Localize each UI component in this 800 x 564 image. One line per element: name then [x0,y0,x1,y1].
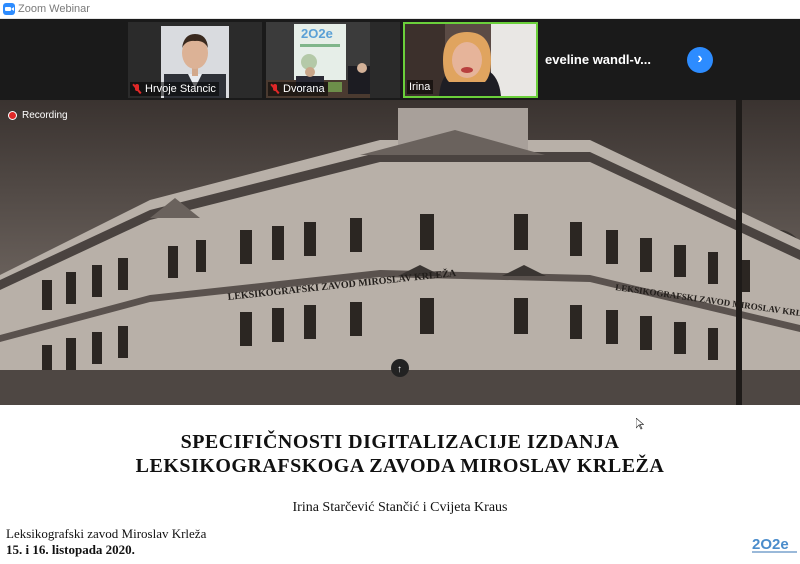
participant-tile-eveline[interactable]: eveline wandl-v... [541,22,675,98]
participant-name: Dvorana [283,83,325,95]
participant-tile-irina[interactable]: Irina [403,22,538,98]
slide-title-line2: LEKSIKOGRAFSKOGA ZAVODA MIROSLAV KRLEŽA [135,455,665,477]
participant-name: Irina [409,81,431,93]
participant-tile-hrvoje[interactable]: Hrvoje Stancic [128,22,262,98]
svg-text:↑: ↑ [397,364,402,375]
recording-label: Recording [22,110,68,121]
slide-title-line1: SPECIFIČNOSTI DIGITALIZACIJE IZDANJA [180,431,620,453]
participant-strip: Hrvoje Stancic 2O2e Dvorana Irina evelin… [0,19,800,100]
chevron-right-icon[interactable]: › [687,47,713,73]
participant-name: eveline wandl-v... [545,52,651,67]
zoom-camera-icon [3,3,15,15]
participant-label: Hrvoje Stancic [130,82,219,96]
participant-label: Dvorana [268,82,328,96]
conference-logo: 2O2e [752,536,797,553]
svg-text:2O2e: 2O2e [301,26,333,41]
slide-organization: Leksikografski zavod Miroslav Krleža [6,526,207,541]
slide-authors: Irina Starčević Stančić i Cvijeta Kraus [292,500,508,515]
window-titlebar: Zoom Webinar [0,0,800,19]
mic-muted-icon [132,83,142,95]
recording-indicator: Recording [8,110,68,121]
window-title: Zoom Webinar [18,3,90,15]
slide-photo: ↑ LEKSIKOGRAFSKI ZAVOD MIROSLAV KRLEŽA L… [0,100,800,405]
participant-tile-dvorana[interactable]: 2O2e Dvorana [266,22,400,98]
record-icon [8,111,17,120]
slide-date: 15. i 16. listopada 2020. [6,542,135,557]
mouse-cursor-icon [636,418,644,430]
participant-name: Hrvoje Stancic [145,83,216,95]
participant-label: Irina [407,80,434,94]
mic-muted-icon [270,83,280,95]
